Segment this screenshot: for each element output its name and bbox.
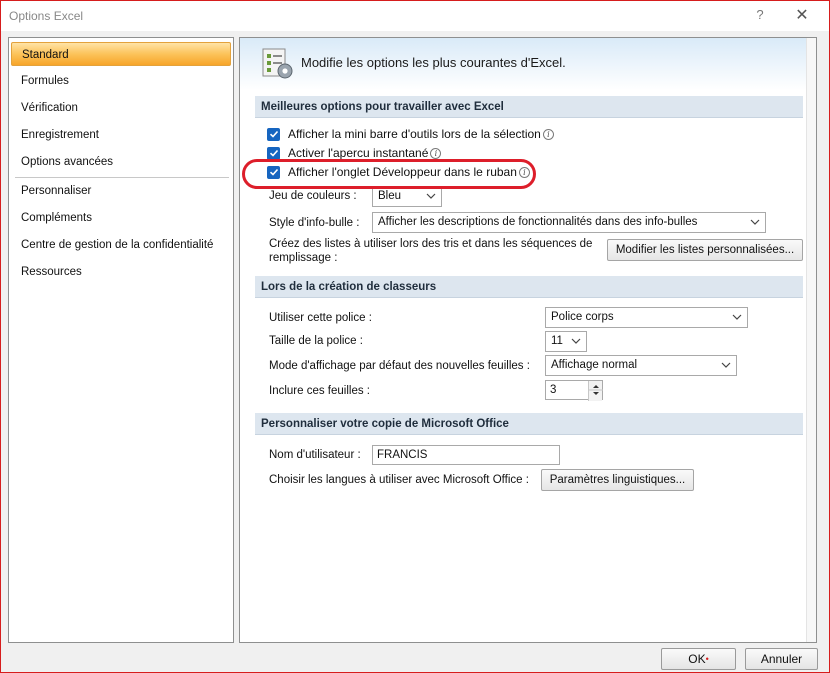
default-view-label: Mode d'affichage par défaut des nouvelle… — [269, 360, 530, 372]
vertical-scrollbar[interactable] — [806, 38, 816, 642]
custom-lists-label-2: remplissage : — [269, 252, 338, 264]
language-settings-button[interactable]: Paramètres linguistiques... — [541, 469, 694, 491]
cursor-dot-icon: • — [705, 654, 709, 664]
developer-tab-label: Afficher l'onglet Développeur dans le ru… — [288, 165, 517, 179]
username-input[interactable]: FRANCIS — [372, 445, 560, 465]
default-view-select[interactable]: Affichage normal — [545, 355, 737, 376]
check-icon — [269, 149, 278, 157]
section-header-new-workbooks: Lors de la création de classeurs — [255, 276, 803, 298]
font-size-label: Taille de la police : — [269, 335, 363, 347]
excel-options-dialog: Options Excel ? ✕ Standard Formules Véri… — [0, 0, 830, 673]
info-icon: i — [542, 128, 554, 140]
cancel-button[interactable]: Annuler — [745, 648, 818, 670]
nav-item-ressources[interactable]: Ressources — [11, 260, 231, 284]
custom-lists-label-1: Créez des listes à utiliser lors des tri… — [269, 238, 593, 250]
live-preview-checkbox[interactable] — [267, 146, 280, 160]
chevron-down-icon — [721, 362, 731, 368]
panel-banner: Modifie les options les plus courantes d… — [240, 38, 816, 90]
username-value: FRANCIS — [377, 449, 428, 461]
close-button[interactable]: ✕ — [791, 6, 813, 26]
section-header-best-options: Meilleures options pour travailler avec … — [255, 96, 803, 118]
tooltip-style-label: Style d'info-bulle : — [269, 217, 360, 229]
default-view-value: Affichage normal — [551, 359, 638, 371]
developer-tab-checkbox[interactable] — [267, 165, 280, 179]
nav-item-verification[interactable]: Vérification — [11, 96, 231, 120]
check-icon — [269, 168, 278, 176]
banner-text: Modifie les options les plus courantes d… — [301, 55, 566, 70]
live-preview-option: Activer l'apercu instantané i — [267, 144, 442, 162]
ok-label: OK — [688, 652, 706, 666]
check-icon — [269, 130, 278, 138]
help-button[interactable]: ? — [751, 6, 769, 24]
font-size-select[interactable]: 11 — [545, 331, 587, 352]
options-gear-icon — [262, 48, 293, 79]
window-title: Options Excel — [9, 9, 84, 23]
nav-item-personnaliser[interactable]: Personnaliser — [11, 179, 231, 203]
sidebar-nav: Standard Formules Vérification Enregistr… — [8, 37, 234, 643]
spin-buttons[interactable] — [588, 381, 603, 401]
color-scheme-value: Bleu — [378, 190, 402, 202]
font-select[interactable]: Police corps — [545, 307, 748, 328]
nav-item-complements[interactable]: Compléments — [11, 206, 231, 230]
nav-item-standard[interactable]: Standard — [11, 42, 231, 66]
chevron-down-icon — [750, 219, 760, 225]
nav-separator — [15, 177, 229, 178]
username-label: Nom d'utilisateur : — [269, 449, 361, 461]
nav-item-formules[interactable]: Formules — [11, 69, 231, 93]
chevron-down-icon — [426, 193, 436, 199]
options-panel: Modifie les options les plus courantes d… — [239, 37, 817, 643]
mini-toolbar-label: Afficher la mini barre d'outils lors de … — [288, 127, 541, 141]
live-preview-label: Activer l'apercu instantané — [288, 146, 429, 160]
info-icon: i — [518, 166, 530, 178]
sheets-count-label: Inclure ces feuilles : — [269, 385, 370, 397]
mini-toolbar-checkbox[interactable] — [267, 127, 280, 141]
sheets-count-value: 3 — [550, 384, 557, 396]
tooltip-style-select[interactable]: Afficher les descriptions de fonctionnal… — [372, 212, 766, 233]
color-scheme-select[interactable]: Bleu — [372, 186, 442, 207]
nav-item-options-avancees[interactable]: Options avancées — [11, 150, 231, 174]
font-size-value: 11 — [551, 335, 563, 347]
ok-button[interactable]: OK• — [661, 648, 736, 670]
color-scheme-label: Jeu de couleurs : — [269, 190, 357, 202]
languages-label: Choisir les langues à utiliser avec Micr… — [269, 474, 529, 486]
font-value: Police corps — [551, 311, 614, 323]
edit-custom-lists-button[interactable]: Modifier les listes personnalisées... — [607, 239, 803, 261]
spin-up-down-icon — [589, 385, 603, 395]
section-header-personalize: Personnaliser votre copie de Microsoft O… — [255, 413, 803, 435]
nav-item-enregistrement[interactable]: Enregistrement — [11, 123, 231, 147]
info-icon: i — [430, 147, 442, 159]
chevron-down-icon — [571, 338, 581, 344]
title-bar: Options Excel ? ✕ — [1, 1, 829, 31]
font-label: Utiliser cette police : — [269, 312, 372, 324]
mini-toolbar-option: Afficher la mini barre d'outils lors de … — [267, 125, 554, 143]
sheets-count-stepper[interactable]: 3 — [545, 380, 603, 401]
nav-item-trust-center[interactable]: Centre de gestion de la confidentialité — [11, 233, 231, 257]
developer-tab-option: Afficher l'onglet Développeur dans le ru… — [267, 163, 530, 181]
tooltip-style-value: Afficher les descriptions de fonctionnal… — [378, 216, 698, 228]
chevron-down-icon — [732, 314, 742, 320]
